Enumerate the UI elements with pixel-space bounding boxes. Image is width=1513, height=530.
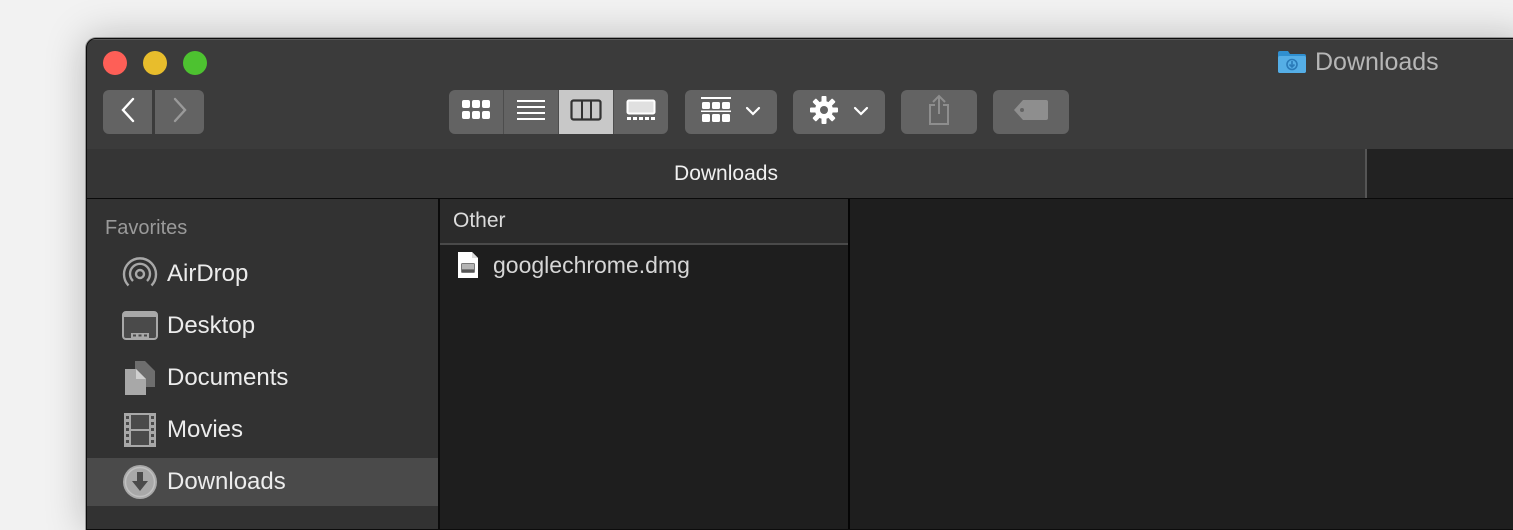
gallery-view-button[interactable] (614, 90, 668, 134)
icon-view-button[interactable] (449, 90, 504, 134)
sidebar: Favorites AirDrop Desktop Documents Movi… (87, 199, 440, 529)
window-title: Downloads (1277, 48, 1439, 76)
chevron-right-icon (170, 96, 190, 129)
tag-button[interactable] (993, 90, 1069, 134)
back-button[interactable] (103, 90, 152, 134)
sidebar-item-downloads[interactable]: Downloads (87, 458, 438, 506)
share-icon (927, 94, 951, 131)
grid-icon (461, 99, 491, 126)
columns-icon (570, 98, 602, 126)
sidebar-item-label: AirDrop (167, 260, 249, 287)
sidebar-item-documents[interactable]: Documents (87, 354, 438, 402)
sidebar-heading-favorites: Favorites (105, 217, 188, 239)
chevron-down-icon (745, 103, 761, 121)
finder-window: Downloads Downloads Favorites AirDrop De… (86, 38, 1513, 530)
path-bar-title: Downloads (674, 161, 778, 185)
downloads-folder-icon (1277, 50, 1307, 74)
gallery-icon (626, 99, 656, 126)
column-group-header: Other (440, 199, 848, 245)
sidebar-item-desktop[interactable]: Desktop (87, 302, 438, 350)
gear-icon (809, 95, 839, 130)
share-button[interactable] (901, 90, 977, 134)
file-column: Other googlechrome.dmg (440, 199, 850, 529)
list-view-button[interactable] (504, 90, 559, 134)
column-view-button[interactable] (559, 90, 614, 134)
sidebar-item-label: Downloads (167, 468, 286, 495)
sidebar-item-movies[interactable]: Movies (87, 406, 438, 454)
action-menu-button[interactable] (793, 90, 885, 134)
path-bar: Downloads (87, 149, 1513, 199)
minimize-button[interactable] (143, 51, 167, 75)
zoom-button[interactable] (183, 51, 207, 75)
chevron-left-icon (118, 96, 138, 129)
sidebar-item-label: Movies (167, 416, 244, 443)
desktop-icon (122, 308, 158, 344)
group-by-icon (701, 96, 731, 128)
sidebar-item-label: Documents (167, 364, 289, 391)
titlebar: Downloads (87, 39, 1513, 150)
sidebar-item-airdrop[interactable]: AirDrop (87, 250, 438, 298)
airdrop-icon (122, 256, 158, 292)
group-by-button[interactable] (685, 90, 777, 134)
file-row[interactable]: googlechrome.dmg (440, 247, 848, 283)
view-mode-control (449, 90, 668, 134)
sidebar-item-label: Desktop (167, 312, 256, 339)
window-title-text: Downloads (1315, 47, 1439, 76)
tag-icon (1013, 99, 1049, 126)
movies-icon (122, 412, 158, 448)
forward-button[interactable] (155, 90, 204, 134)
documents-icon (122, 360, 158, 396)
downloads-icon (122, 464, 158, 500)
path-bar-preview-area (1367, 149, 1513, 198)
file-name: googlechrome.dmg (493, 251, 690, 278)
list-icon (516, 99, 546, 126)
disk-image-icon (457, 251, 479, 279)
close-button[interactable] (103, 51, 127, 75)
chevron-down-icon (853, 103, 869, 121)
preview-pane (850, 199, 1513, 529)
